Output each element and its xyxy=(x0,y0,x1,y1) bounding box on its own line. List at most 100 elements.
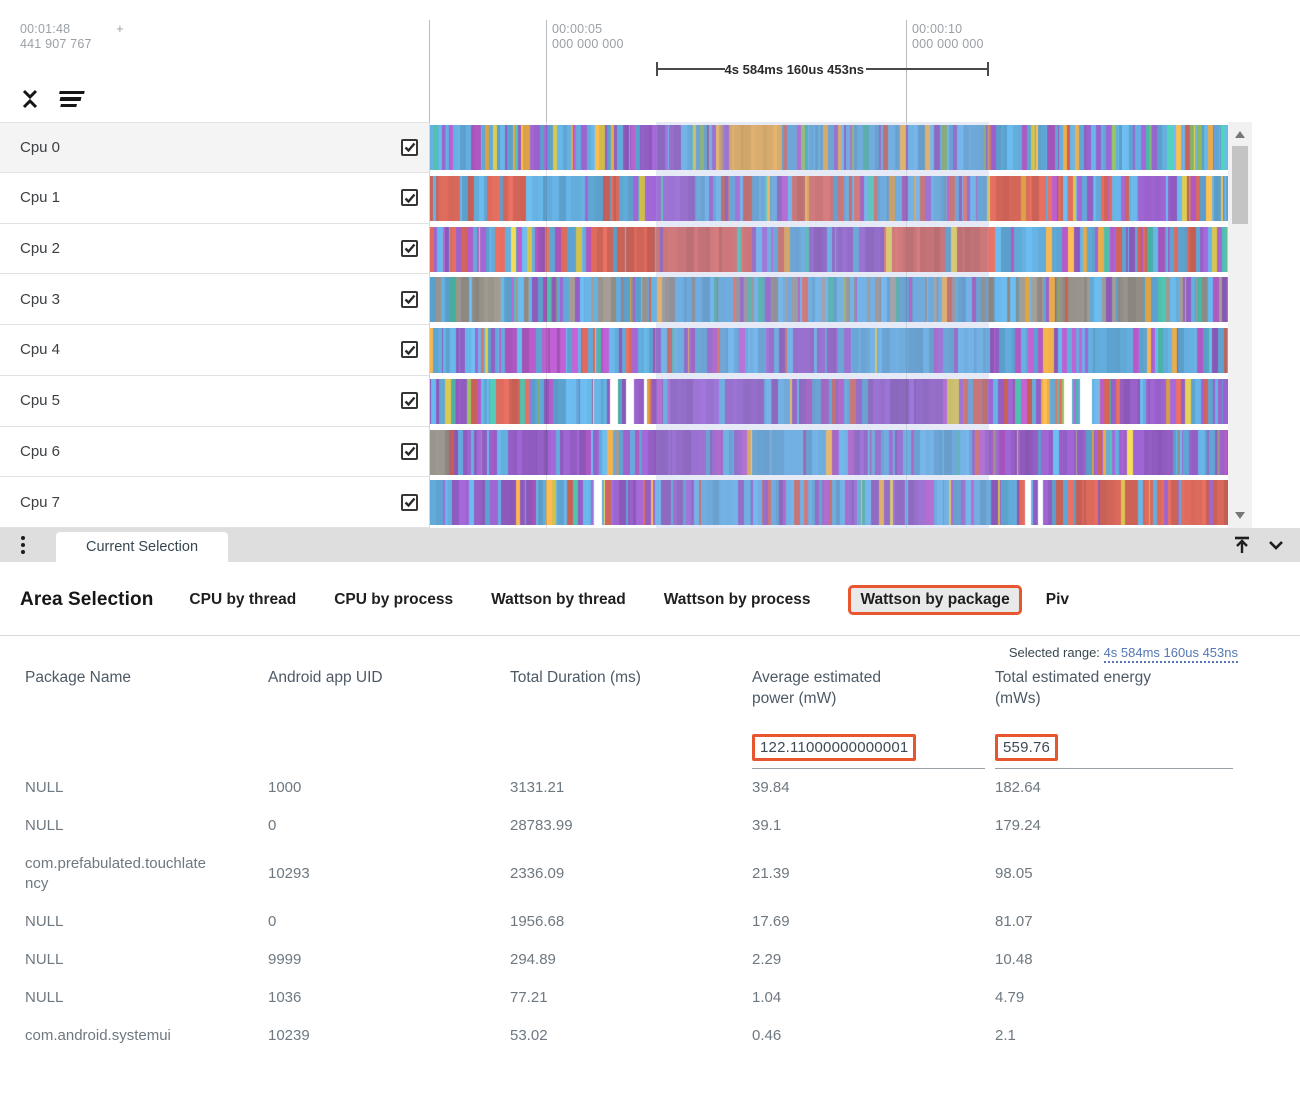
track-name: Cpu 6 xyxy=(20,443,401,460)
column-header: Package Name xyxy=(25,667,268,688)
track-checkbox[interactable] xyxy=(401,392,418,409)
track-timeline-canvas[interactable] xyxy=(430,328,1228,373)
track-label-cell[interactable]: Cpu 1 xyxy=(0,173,430,224)
tick-label-10s: 00:00:10 000 000 000 xyxy=(912,22,984,52)
track-name: Cpu 2 xyxy=(20,240,401,257)
track-checkbox[interactable] xyxy=(401,139,418,156)
track-timeline-canvas[interactable] xyxy=(430,277,1228,322)
track-label-cell[interactable]: Cpu 0 xyxy=(0,122,430,173)
table-header-row: Package NameAndroid app UIDTotal Duratio… xyxy=(25,667,1300,709)
table-body: NULL 10003131.2139.84182.64 NULL 028783.993… xyxy=(25,769,1300,1055)
table-cell: NULL xyxy=(25,979,220,1017)
tracks-scrollbar[interactable] xyxy=(1228,122,1252,528)
track-label-cell[interactable]: Cpu 5 xyxy=(0,376,430,427)
summary-avg-power: 122.11000000000001 xyxy=(752,734,916,761)
table-cell: 2.1 xyxy=(995,1017,1233,1055)
table-cell: 2.29 xyxy=(752,941,995,979)
divider xyxy=(0,635,1300,636)
table-row: com.prefabulated.touchlatency102932336.0… xyxy=(25,845,1300,903)
selected-range-label: Selected range: xyxy=(1009,645,1100,660)
track-timeline-canvas[interactable] xyxy=(430,176,1228,221)
table-cell: 0 xyxy=(268,807,510,845)
table-cell: 1000 xyxy=(268,769,510,807)
tab-current-selection[interactable]: Current Selection xyxy=(56,532,228,562)
track-checkbox[interactable] xyxy=(401,494,418,511)
table-cell: com.prefabulated.touchlatency xyxy=(25,845,220,903)
scroll-up-arrow-icon[interactable] xyxy=(1235,131,1245,138)
bottom-panel-tab-bar: Current Selection xyxy=(0,528,1300,562)
expand-panel-icon[interactable] xyxy=(1230,532,1254,558)
detail-tabs: Area Selection CPU by thread CPU by proce… xyxy=(0,585,1300,615)
detail-tab-cpu-by-process[interactable]: CPU by process xyxy=(334,591,453,609)
gridline-10s xyxy=(906,122,907,528)
table-row: NULL9999294.892.2910.48 xyxy=(25,941,1300,979)
table-cell: 4.79 xyxy=(995,979,1233,1017)
cpu-tracks: Cpu 0 Cpu 1 Cpu 2 Cpu 3 Cpu 4Cpu 5 Cpu 6 Cpu 7 xyxy=(0,122,1252,528)
track-timeline-canvas[interactable] xyxy=(430,480,1228,525)
track-checkbox[interactable] xyxy=(401,291,418,308)
timeline-ruler: 00:01:48+ 441 907 767 00:00:05 000 000 0… xyxy=(0,0,1300,122)
table-cell: 39.1 xyxy=(752,807,995,845)
detail-tab-wattson-by-package[interactable]: Wattson by package xyxy=(848,585,1021,615)
table-row: com.android.systemui1023953.020.462.1 xyxy=(25,1017,1300,1055)
origin-subsecond: 441 907 767 xyxy=(20,37,124,52)
track-checkbox[interactable] xyxy=(401,189,418,206)
track-label-cell[interactable]: Cpu 6 xyxy=(0,427,430,478)
track-timeline-canvas[interactable] xyxy=(430,379,1228,424)
detail-tab-cpu-by-thread[interactable]: CPU by thread xyxy=(189,591,296,609)
table-cell: 0.46 xyxy=(752,1017,995,1055)
collapse-panel-chevron-icon[interactable] xyxy=(1264,532,1288,558)
table-cell: 179.24 xyxy=(995,807,1233,845)
track-label-cell[interactable]: Cpu 4 xyxy=(0,325,430,376)
track-timeline-canvas[interactable] xyxy=(430,430,1228,475)
panel-title: Area Selection xyxy=(20,589,153,611)
trace-origin-timestamp: 00:01:48+ 441 907 767 xyxy=(20,22,124,52)
track-checkbox[interactable] xyxy=(401,240,418,257)
track-timeline-canvas[interactable] xyxy=(430,227,1228,272)
tick-label-5s: 00:00:05 000 000 000 xyxy=(552,22,624,52)
current-selection-label: Current Selection xyxy=(86,539,198,555)
detail-tab-wattson-by-thread[interactable]: Wattson by thread xyxy=(491,591,626,609)
track-timeline-canvas[interactable] xyxy=(430,125,1228,170)
selected-range-value[interactable]: 4s 584ms 160us 453ns xyxy=(1104,645,1238,663)
track-row: Cpu 2 xyxy=(0,224,1252,275)
track-label-cell[interactable]: Cpu 2 xyxy=(0,224,430,275)
table-cell: 28783.99 xyxy=(510,807,752,845)
table-cell: 1036 xyxy=(268,979,510,1017)
table-cell: NULL xyxy=(25,941,220,979)
track-row: Cpu 0 xyxy=(0,122,1252,173)
scrollbar-thumb[interactable] xyxy=(1232,146,1248,224)
table-cell: 10293 xyxy=(268,855,510,893)
column-header: Total estimated energy (mWs) xyxy=(995,667,1155,709)
table-cell: NULL xyxy=(25,807,220,845)
track-row: Cpu 4 xyxy=(0,325,1252,376)
track-checkbox[interactable] xyxy=(401,443,418,460)
wattson-package-table: Package NameAndroid app UIDTotal Duratio… xyxy=(25,667,1300,1055)
track-name: Cpu 3 xyxy=(20,291,401,308)
kebab-menu-icon[interactable] xyxy=(8,528,38,562)
area-selection-panel: Area Selection CPU by thread CPU by proce… xyxy=(0,585,1300,1055)
summary-avg-power-cell: 122.11000000000001 xyxy=(752,734,985,769)
detail-tab-piv[interactable]: Piv xyxy=(1046,591,1069,609)
track-row: Cpu 6 xyxy=(0,427,1252,478)
track-checkbox[interactable] xyxy=(401,341,418,358)
detail-tab-wattson-by-process[interactable]: Wattson by process xyxy=(664,591,811,609)
table-cell: 21.39 xyxy=(752,855,995,893)
table-cell: 182.64 xyxy=(995,769,1233,807)
track-label-cell[interactable]: Cpu 3 xyxy=(0,274,430,325)
table-cell: 294.89 xyxy=(510,941,752,979)
track-label-cell[interactable]: Cpu 7 xyxy=(0,477,430,528)
selection-range-marker: 4s 584ms 160us 453ns xyxy=(656,62,989,76)
table-cell: 98.05 xyxy=(995,855,1233,893)
collapse-tracks-icon[interactable] xyxy=(18,86,42,112)
sort-tracks-icon[interactable] xyxy=(55,86,85,112)
table-cell: 39.84 xyxy=(752,769,995,807)
track-name: Cpu 1 xyxy=(20,189,401,206)
range-duration-label: 4s 584ms 160us 453ns xyxy=(725,62,867,77)
table-cell: 10.48 xyxy=(995,941,1233,979)
table-row: NULL103677.211.044.79 xyxy=(25,979,1300,1017)
table-cell: 3131.21 xyxy=(510,769,752,807)
range-line xyxy=(658,68,725,70)
gridline-5s xyxy=(546,122,547,528)
scroll-down-arrow-icon[interactable] xyxy=(1235,512,1245,519)
